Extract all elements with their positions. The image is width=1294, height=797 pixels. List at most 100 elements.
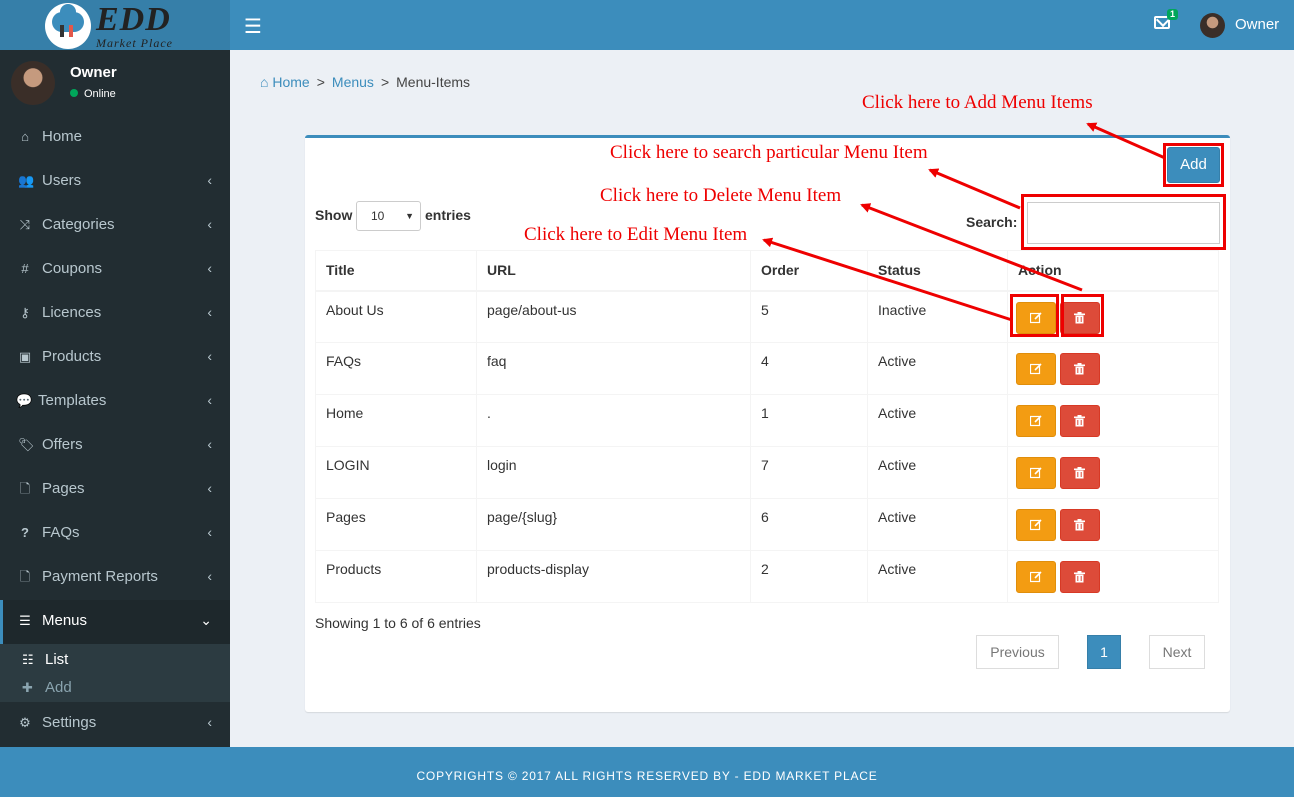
sidebar-item-label: Home [42,128,83,145]
delete-highlight-box [1061,294,1104,337]
sidebar-item-faqs[interactable]: ? FAQs ‹ [0,512,230,556]
edit-button[interactable] [1016,457,1056,489]
chevron-left-icon: ‹ [207,480,212,496]
cell-order: 5 [750,290,868,343]
submenu-item-add[interactable]: ✚ Add [0,674,230,702]
home-icon: ⌂ [260,74,269,90]
sidebar-item-label: Payment Reports [42,568,158,585]
next-page-button[interactable]: Next [1149,635,1205,669]
avatar [11,61,55,105]
sidebar-item-products[interactable]: ▣ Products ‹ [0,336,230,380]
sidebar-item-coupons[interactable]: # Coupons ‹ [0,248,230,292]
page-size-select[interactable]: 10 ▼ [356,201,421,231]
submenu-item-list[interactable]: ☷ List [0,646,230,674]
user-panel: Owner Online [0,50,230,116]
cell-url: page/about-us [476,290,751,343]
column-header-title[interactable]: Title [315,250,477,292]
cell-order: 7 [750,446,868,499]
sidebar-item-label: Products [42,348,102,365]
sidebar-item-templates[interactable]: 💬 Templates ‹ [0,380,230,424]
sidebar-item-label: Coupons [42,260,103,277]
cell-title: About Us [315,290,477,343]
footer: COPYRIGHTS © 2017 ALL RIGHTS RESERVED BY… [0,747,1294,797]
delete-button[interactable] [1060,405,1100,437]
cell-title: LOGIN [315,446,477,499]
edit-button[interactable] [1016,405,1056,437]
sidebar-item-offers[interactable]: 🏷 Offers ‹ [0,424,230,468]
breadcrumb-current: Menu-Items [396,74,471,90]
sidebar-item-licences[interactable]: ⚷ Licences ‹ [0,292,230,336]
cell-action [1007,342,1219,395]
chevron-down-icon: ⌄ [200,612,212,628]
sidebar-item-label: Templates [38,392,107,409]
hash-icon: # [21,261,29,276]
chevron-left-icon: ‹ [207,172,212,188]
delete-button[interactable] [1060,509,1100,541]
gear-icon: ⚙ [19,715,31,730]
cell-url: products-display [476,550,751,603]
sidebar-item-categories[interactable]: ⤨ Categories ‹ [0,204,230,248]
sidebar-item-settings[interactable]: ⚙ Settings ‹ [0,702,230,746]
cell-status: Active [867,342,1008,395]
chevron-left-icon: ‹ [207,568,212,584]
table-info: Showing 1 to 6 of 6 entries [315,615,481,631]
sidebar-item-label: Users [42,172,82,189]
sidebar-toggle-icon[interactable]: ☰ [244,14,262,39]
question-icon: ? [21,525,29,540]
edit-button[interactable] [1016,561,1056,593]
sidebar-item-menus[interactable]: ☰ Menus ⌄ [0,600,230,644]
table-header-row: Title URL Order Status Action [315,250,1219,292]
submenu-item-label: List [45,651,69,668]
entries-label: entries [425,207,471,223]
sidebar-item-payment-reports[interactable]: 🗋 Payment Reports ‹ [0,556,230,600]
submenu-item-label: Add [45,679,72,696]
logo-text: EDD [96,1,171,38]
cell-action [1007,550,1219,603]
table-row: Home. 1 Active [315,394,1219,447]
logo[interactable]: EDD Market Place [0,0,230,50]
chevron-left-icon: ‹ [207,304,212,320]
cell-status: Inactive [867,290,1008,343]
cell-order: 4 [750,342,868,395]
breadcrumb-home[interactable]: ⌂ Home [260,74,310,90]
annotation-edit: Click here to Edit Menu Item [524,224,748,245]
cell-status: Active [867,394,1008,447]
edit-button[interactable] [1016,353,1056,385]
chevron-left-icon: ‹ [207,260,212,276]
home-icon: ⌂ [21,129,29,144]
column-header-url[interactable]: URL [476,250,751,292]
delete-button[interactable] [1060,561,1100,593]
plus-icon: ✚ [22,680,33,695]
bars-icon: ☰ [19,613,31,628]
page-1-button[interactable]: 1 [1087,635,1121,669]
users-icon: 👥 [18,173,35,188]
logo-subtitle: Market Place [96,36,173,50]
chevron-left-icon: ‹ [207,714,212,730]
avatar[interactable] [1200,13,1225,38]
sidebar-item-label: FAQs [42,524,80,541]
delete-button[interactable] [1060,353,1100,385]
header-user-name[interactable]: Owner [1235,16,1279,33]
edit-button[interactable] [1016,509,1056,541]
annotation-search: Click here to search particular Menu Ite… [610,142,928,163]
delete-button[interactable] [1060,457,1100,489]
online-dot-icon [70,89,78,98]
previous-page-button[interactable]: Previous [976,635,1059,669]
sidebar-item-home[interactable]: ⌂ Home [0,116,230,160]
search-label: Search: [966,214,1018,230]
cell-title: Pages [315,498,477,551]
sidebar-item-pages[interactable]: 🗋 Pages ‹ [0,468,230,512]
sidebar-item-label: Menus [42,612,88,629]
sidebar-item-label: Offers [42,436,83,453]
chevron-left-icon: ‹ [207,524,212,540]
add-highlight-box [1163,143,1224,187]
sidebar-item-users[interactable]: 👥 Users ‹ [0,160,230,204]
sidebar-item-label: Categories [42,216,115,233]
shopping-bag-icon: ▣ [18,349,32,364]
breadcrumb-menus[interactable]: Menus [332,74,374,90]
sidebar-menu: ⌂ Home 👥 Users ‹ ⤨ Categories ‹ # Coupon… [0,116,230,746]
column-header-status[interactable]: Status [867,250,1008,292]
cell-url: faq [476,342,751,395]
column-header-order[interactable]: Order [750,250,868,292]
key-icon: ⚷ [20,305,30,320]
